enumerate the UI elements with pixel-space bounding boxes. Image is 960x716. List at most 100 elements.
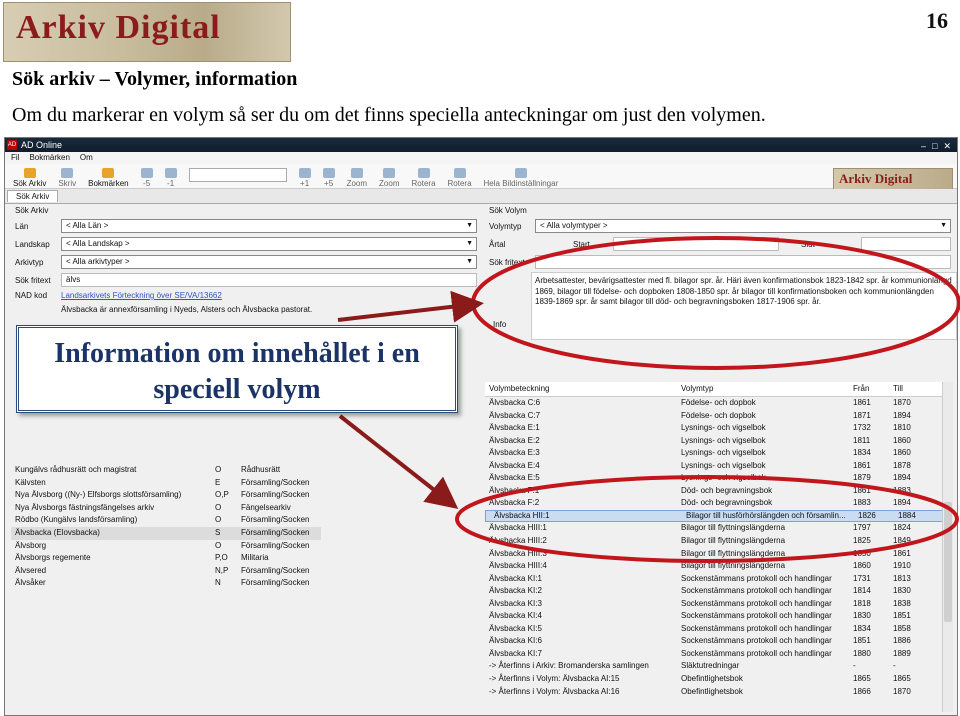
menu-bar: Fil Bokmärken Om xyxy=(5,152,957,164)
zoom-out-button[interactable]: Zoom xyxy=(379,168,400,188)
volume-till: 1813 xyxy=(893,573,911,583)
image-settings-button[interactable]: Hela Bildinställningar xyxy=(484,168,558,188)
volume-row[interactable]: Älvsbacka E:5 Lysnings- och vigselbok 1879… xyxy=(485,472,951,485)
volume-row[interactable]: Älvsbacka KI:1 Sockenstämmans protokoll o… xyxy=(485,573,951,586)
archive-row[interactable]: Kungälvs rådhusrätt och magistrat O Rådhus… xyxy=(11,464,321,477)
fritext-input[interactable]: älvs xyxy=(61,273,477,287)
volymtyp-select[interactable]: < Alla volymtyper > ▼ xyxy=(535,219,951,233)
volume-row[interactable]: Älvsbacka HIII:1 Bilagor till flyttningsl… xyxy=(485,522,951,535)
volume-till: 1894 xyxy=(893,498,911,508)
callout-line-2: speciell volym xyxy=(153,374,321,405)
archive-type: Församling/Socken xyxy=(241,565,310,575)
forward-5-button[interactable]: +5 xyxy=(322,168,335,188)
rotate-left-icon xyxy=(417,168,430,178)
arkivtyp-select[interactable]: < Alla arkivtyper > ▼ xyxy=(61,255,477,269)
volume-row[interactable]: Älvsbacka HII:1 Bilagor till husförhörslä… xyxy=(485,509,949,523)
archive-row[interactable]: Älvsered N,P Församling/Socken xyxy=(11,565,321,578)
volume-row[interactable]: Älvsbacka E:3 Lysnings- och vigselbok 1834… xyxy=(485,447,951,460)
volume-row[interactable]: Älvsbacka KI:2 Sockenstämmans protokoll o… xyxy=(485,585,951,598)
landskap-select[interactable]: < Alla Landskap > ▼ xyxy=(61,237,477,251)
rotate-left-button[interactable]: Rotera xyxy=(412,168,436,188)
volume-row[interactable]: Älvsbacka E:2 Lysnings- och vigselbok 1811… xyxy=(485,435,951,448)
volume-fran: 1861 xyxy=(853,460,871,470)
archive-row[interactable]: Älvsåker N Församling/Socken xyxy=(11,577,321,590)
volume-volymbeteckning: Älvsbacka E:3 xyxy=(489,448,540,458)
volume-row[interactable]: Älvsbacka C:6 Födelse- och dopbok 1861 1870 xyxy=(485,397,951,410)
volume-row[interactable]: -> Återfinns i Arkiv: Bromanderska samli… xyxy=(485,660,951,673)
volume-till: 1858 xyxy=(893,623,911,633)
col-till[interactable]: Till xyxy=(893,382,933,396)
artal-label: Årtal xyxy=(489,239,506,249)
volume-row[interactable]: Älvsbacka F:1 Död- och begravningsbok 1861… xyxy=(485,485,951,498)
minimize-icon[interactable]: – xyxy=(921,139,926,153)
page-select[interactable] xyxy=(188,168,287,182)
scrollbar-thumb[interactable] xyxy=(944,502,952,622)
volume-scrollbar[interactable] xyxy=(942,382,953,712)
volume-fritext-input[interactable] xyxy=(535,255,951,269)
back-1-button[interactable]: -1 xyxy=(164,168,177,188)
fritext-label: Sök fritext xyxy=(489,257,525,267)
end-year-input[interactable] xyxy=(861,237,951,251)
menu-fil[interactable]: Fil xyxy=(11,152,19,164)
back-5-button[interactable]: -5 xyxy=(140,168,153,188)
volume-volymtyp: Bilagor till flyttningslängderna xyxy=(681,523,786,533)
volume-row[interactable]: Älvsbacka E:4 Lysnings- och vigselbok 1861… xyxy=(485,460,951,473)
bookmarks-button[interactable]: Bokmärken xyxy=(88,168,129,188)
volume-row[interactable]: Älvsbacka F:2 Död- och begravningsbok 1883… xyxy=(485,497,951,510)
archive-row[interactable]: Kälvsten E Församling/Socken xyxy=(11,477,321,490)
zoom-in-icon xyxy=(350,168,363,178)
ad-online-window: AD AD Online – □ ✕ Fil Bokmärken Om Sök … xyxy=(4,137,958,716)
volume-volymbeteckning: Älvsbacka HIII:3 xyxy=(489,548,547,558)
menu-om[interactable]: Om xyxy=(80,152,93,164)
landskap-label: Landskap xyxy=(15,239,50,249)
volume-till: 1810 xyxy=(893,423,911,433)
volume-volymtyp: Sockenstämmans protokoll och handlingar xyxy=(681,586,832,596)
lan-select[interactable]: < Alla Län > ▼ xyxy=(61,219,477,233)
volume-info-text: Arbetsattester, bevärigsattester med fl.… xyxy=(531,272,957,340)
volume-row[interactable]: Älvsbacka C:7 Födelse- och dopbok 1871 1894 xyxy=(485,410,951,423)
archive-code: N,P xyxy=(215,565,229,575)
menu-bokmarken[interactable]: Bokmärken xyxy=(29,152,69,164)
volume-row[interactable]: -> Återfinns i Volym: Älvsbacka AI:16 Obe… xyxy=(485,686,951,699)
archive-code: O xyxy=(215,465,222,474)
sok-arkiv-button[interactable]: Sök Arkiv xyxy=(13,168,46,188)
volume-row[interactable]: Älvsbacka HIII:3 Bilagor till flyttningsl… xyxy=(485,548,951,561)
volume-volymbeteckning: -> Återfinns i Volym: Älvsbacka AI:15 xyxy=(489,674,620,684)
archive-row[interactable]: Älvsborg O Församling/Socken xyxy=(11,540,321,553)
archive-row[interactable]: Nya Älvsborg ((Ny-) Elfsborgs slottsförs… xyxy=(11,489,321,502)
volume-row[interactable]: Älvsbacka KI:7 Sockenstämmans protokoll o… xyxy=(485,648,951,661)
close-icon[interactable]: ✕ xyxy=(943,139,951,153)
volume-row[interactable]: -> Återfinns i Volym: Älvsbacka AI:15 Obe… xyxy=(485,673,951,686)
volume-volymbeteckning: Älvsbacka E:4 xyxy=(489,460,540,470)
start-year-input[interactable] xyxy=(613,237,779,251)
col-volymtyp[interactable]: Volymtyp xyxy=(681,382,853,396)
tab-sok-arkiv[interactable]: Sök Arkiv xyxy=(7,190,59,202)
volume-row[interactable]: Älvsbacka E:1 Lysnings- och vigselbok 1732… xyxy=(485,422,951,435)
archive-row[interactable]: Nya Älvsborgs fästningsfängelses arkiv O F… xyxy=(11,502,321,515)
archive-row[interactable]: Rödbo (Kungälvs landsförsamling) O Församl… xyxy=(11,514,321,527)
volume-volymtyp: Sockenstämmans protokoll och handlingar xyxy=(681,611,832,621)
volume-table-header: Volymbeteckning Volymtyp Från Till xyxy=(485,382,951,397)
maximize-icon[interactable]: □ xyxy=(932,139,937,153)
nad-link[interactable]: Landsarkivets Förteckning över SE/VA/136… xyxy=(61,291,222,300)
archive-row[interactable]: Älvsbacka (Elovsbacka) S Församling/Socken xyxy=(11,526,321,540)
volume-till: 1824 xyxy=(893,523,911,533)
volume-row[interactable]: Älvsbacka KI:3 Sockenstämmans protokoll o… xyxy=(485,598,951,611)
col-fran[interactable]: Från xyxy=(853,382,893,396)
volume-volymtyp: Sockenstämmans protokoll och handlingar xyxy=(681,648,832,658)
archive-row[interactable]: Älvsborgs regemente P,O Militaria xyxy=(11,552,321,565)
volume-row[interactable]: Älvsbacka HIII:2 Bilagor till flyttningsl… xyxy=(485,535,951,548)
volume-row[interactable]: Älvsbacka KI:6 Sockenstämmans protokoll o… xyxy=(485,635,951,648)
volume-row[interactable]: Älvsbacka KI:4 Sockenstämmans protokoll o… xyxy=(485,610,951,623)
volume-till: 1878 xyxy=(893,460,911,470)
print-button[interactable]: Skriv xyxy=(58,168,76,188)
volume-row[interactable]: Älvsbacka KI:5 Sockenstämmans protokoll o… xyxy=(485,623,951,636)
volume-volymbeteckning: Älvsbacka KI:5 xyxy=(489,623,542,633)
volume-row[interactable]: Älvsbacka HIII:4 Bilagor till flyttningsl… xyxy=(485,560,951,573)
forward-1-button[interactable]: +1 xyxy=(298,168,311,188)
zoom-in-button[interactable]: Zoom xyxy=(347,168,367,188)
volume-volymtyp: Sockenstämmans protokoll och handlingar xyxy=(681,636,832,646)
rotate-right-button[interactable]: Rotera xyxy=(448,168,472,188)
volume-till: 1870 xyxy=(893,686,911,696)
col-volymbeteckning[interactable]: Volymbeteckning xyxy=(485,382,681,396)
